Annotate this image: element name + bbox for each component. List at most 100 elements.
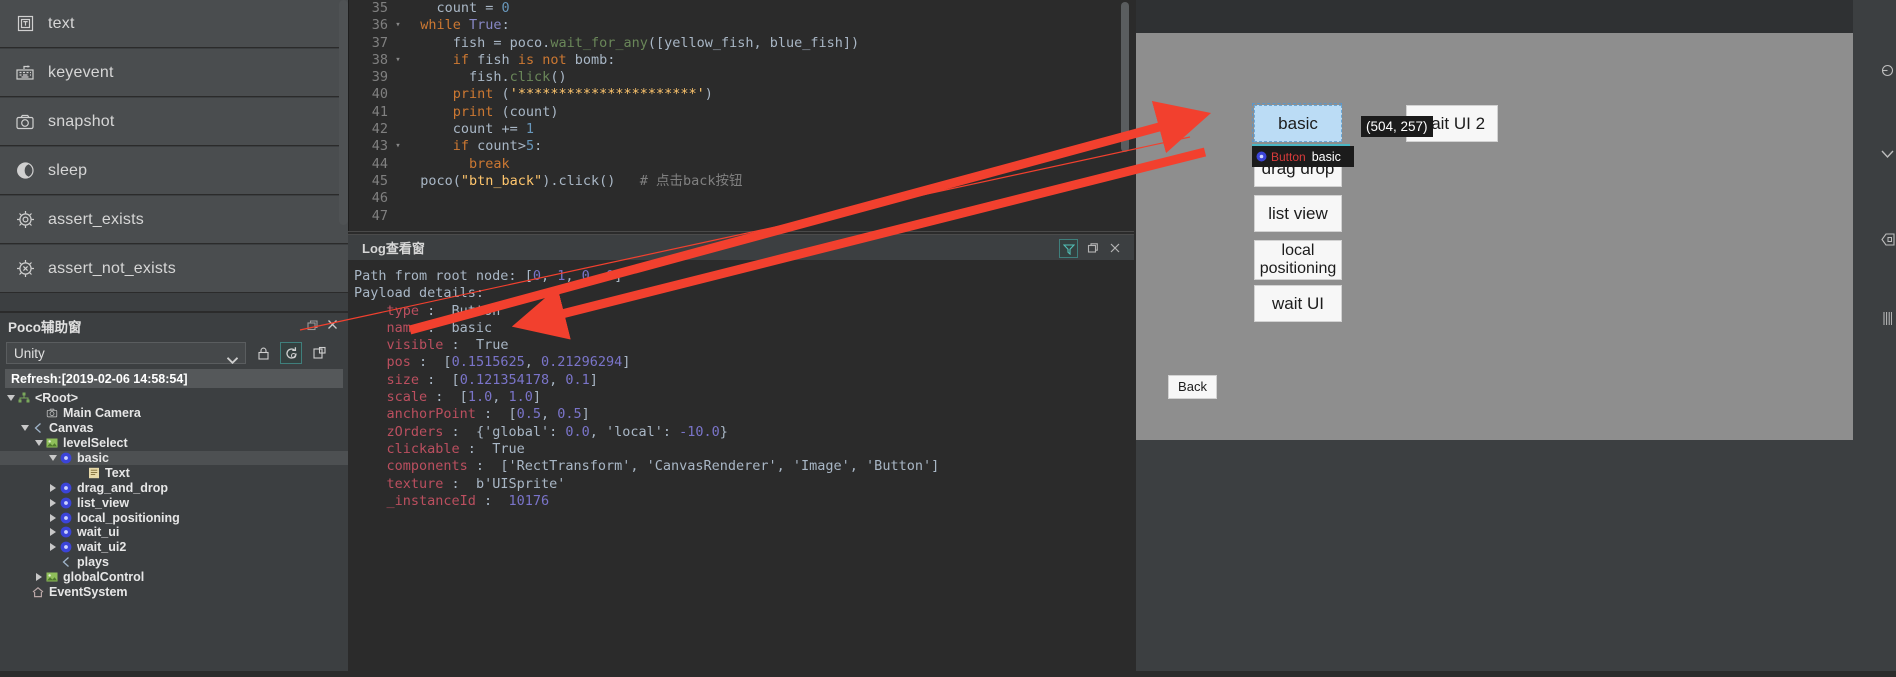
device-screen[interactable]: basic drag drop list view local position… — [1136, 33, 1853, 440]
game-button-list-view[interactable]: list view — [1254, 195, 1342, 232]
line-number: 44 — [371, 155, 388, 172]
code-text: if count>5: — [452, 138, 543, 155]
chevron-right-icon[interactable] — [48, 527, 58, 537]
gutter-divider — [348, 0, 349, 232]
restore-icon[interactable] — [1084, 239, 1101, 256]
node-tooltip-name: basic — [1311, 149, 1341, 164]
tree-node-text[interactable]: Text — [0, 465, 348, 480]
tree-node-globalcontrol[interactable]: globalControl — [0, 570, 348, 585]
filter-icon[interactable] — [1059, 239, 1078, 258]
fold-marker[interactable]: ▾ — [392, 52, 404, 69]
code-lines: 35 count = 0 36 ▾ while True: 37 fish = poc… — [348, 0, 1134, 225]
tree-node-waitui[interactable]: wait_ui — [0, 525, 348, 540]
tree-node-label: EventSystem — [49, 585, 128, 600]
action-item-keyevent[interactable]: keyevent — [0, 49, 348, 97]
chevron-down-icon[interactable] — [20, 423, 30, 433]
chevron-right-icon[interactable] — [48, 498, 58, 508]
node-icon — [60, 482, 72, 494]
chevron-right-icon[interactable] — [48, 513, 58, 523]
code-line: 46 — [348, 190, 1134, 207]
tree-node-waitui2[interactable]: wait_ui2 — [0, 540, 348, 555]
ui-hierarchy-tree[interactable]: <Root> Main Camera Canvas levelSelect basic T… — [0, 391, 348, 677]
log-line: name : basic — [386, 319, 493, 336]
line-number: 41 — [371, 103, 388, 120]
tree-node-label: local_positioning — [77, 510, 180, 525]
close-icon[interactable] — [326, 318, 340, 332]
log-line: _instanceId : 10176 — [386, 492, 550, 509]
tree-node-plays[interactable]: plays — [0, 555, 348, 570]
grip-icon[interactable] — [1883, 312, 1893, 325]
engine-select[interactable]: Unity — [6, 342, 246, 365]
screenshot-icon[interactable] — [308, 342, 330, 364]
image-icon — [46, 437, 58, 449]
game-button-basic[interactable]: basic — [1254, 105, 1342, 142]
editor-divider — [348, 231, 1134, 232]
app-window: text keyevent snapshot sleep assert_exists as… — [0, 0, 1896, 672]
chevron-right-icon[interactable] — [48, 483, 58, 493]
refresh-icon[interactable] — [280, 342, 302, 364]
action-items: text keyevent snapshot sleep assert_exists as… — [0, 0, 348, 293]
action-item-snapshot[interactable]: snapshot — [0, 98, 348, 146]
tree-node-draganddrop[interactable]: drag_and_drop — [0, 480, 348, 495]
tree-node-listview[interactable]: list_view — [0, 495, 348, 510]
chevron-down-icon[interactable] — [6, 393, 16, 403]
game-button-local-line2: positioning — [1259, 260, 1337, 277]
fold-marker — [392, 69, 404, 86]
game-button-wait-ui[interactable]: wait UI — [1254, 285, 1342, 322]
tree-node-label: globalControl — [63, 570, 145, 585]
game-button-back[interactable]: Back — [1168, 375, 1217, 399]
editor-vertical-scrollbar[interactable] — [1121, 2, 1129, 152]
log-output[interactable]: Path from root node: [0, 1, 0, 0] Payload… — [348, 260, 1134, 672]
fold-marker — [392, 0, 404, 17]
collapse-back-icon[interactable] — [1880, 232, 1895, 247]
game-button-local-positioning[interactable]: local positioning — [1254, 240, 1342, 280]
canvas-icon — [32, 422, 44, 434]
tree-node-canvas[interactable]: Canvas — [0, 421, 348, 436]
log-line: scale : [1.0, 1.0] — [386, 389, 541, 406]
action-item-assert-exists[interactable]: assert_exists — [0, 196, 348, 244]
text-icon — [14, 13, 36, 35]
chevron-down-icon[interactable] — [48, 453, 58, 463]
line-number: 47 — [371, 207, 388, 224]
fold-marker — [392, 104, 404, 121]
log-window-titlebar: Log查看窗 — [348, 235, 1134, 260]
tree-node-basic[interactable]: basic — [0, 450, 348, 466]
log-line: visible : True — [386, 337, 509, 354]
line-number: 46 — [371, 190, 388, 207]
fold-marker[interactable]: ▾ — [392, 17, 404, 34]
coordinate-tooltip: (504, 257) — [1361, 116, 1433, 137]
code-text: count = 0 — [436, 0, 510, 16]
code-line: 41 print (count) — [348, 104, 1134, 121]
chevron-right-icon[interactable] — [48, 542, 58, 552]
tree-node-label: <Root> — [35, 391, 79, 406]
close-icon[interactable] — [1106, 239, 1123, 256]
line-number: 35 — [371, 0, 388, 16]
tree-node-eventsystem[interactable]: EventSystem — [0, 585, 348, 600]
power-icon[interactable] — [1880, 63, 1895, 78]
tree-node-levelselect[interactable]: levelSelect — [0, 436, 348, 451]
event-icon — [32, 586, 44, 598]
action-item-assert-not-exists[interactable]: assert_not_exists — [0, 245, 348, 293]
code-text: print ('**********************') — [452, 86, 713, 103]
tree-node-label: list_view — [77, 495, 130, 510]
lock-icon[interactable] — [252, 342, 274, 364]
chevron-down-icon[interactable] — [34, 438, 44, 448]
node-icon — [60, 497, 72, 509]
code-text: print (count) — [452, 103, 559, 120]
tree-node-localpositioning[interactable]: local_positioning — [0, 510, 348, 525]
tree-node-main camera[interactable]: Main Camera — [0, 406, 348, 421]
fold-marker[interactable]: ▾ — [392, 138, 404, 155]
action-item-label: text — [48, 14, 75, 32]
chevron-down-icon[interactable] — [1880, 147, 1895, 162]
code-editor[interactable]: 35 count = 0 36 ▾ while True: 37 fish = poc… — [348, 0, 1134, 232]
restore-icon[interactable] — [306, 319, 320, 333]
chevron-right-icon[interactable] — [34, 572, 44, 582]
refresh-status-bar: Refresh:[2019-02-06 14:58:54] — [5, 369, 343, 388]
action-list-scrollbar[interactable] — [339, 0, 348, 225]
camera-icon — [46, 407, 58, 419]
action-item-sleep[interactable]: sleep — [0, 147, 348, 195]
fold-marker — [392, 173, 404, 190]
action-item-text[interactable]: text — [0, 0, 348, 48]
line-number: 36 — [371, 17, 388, 34]
